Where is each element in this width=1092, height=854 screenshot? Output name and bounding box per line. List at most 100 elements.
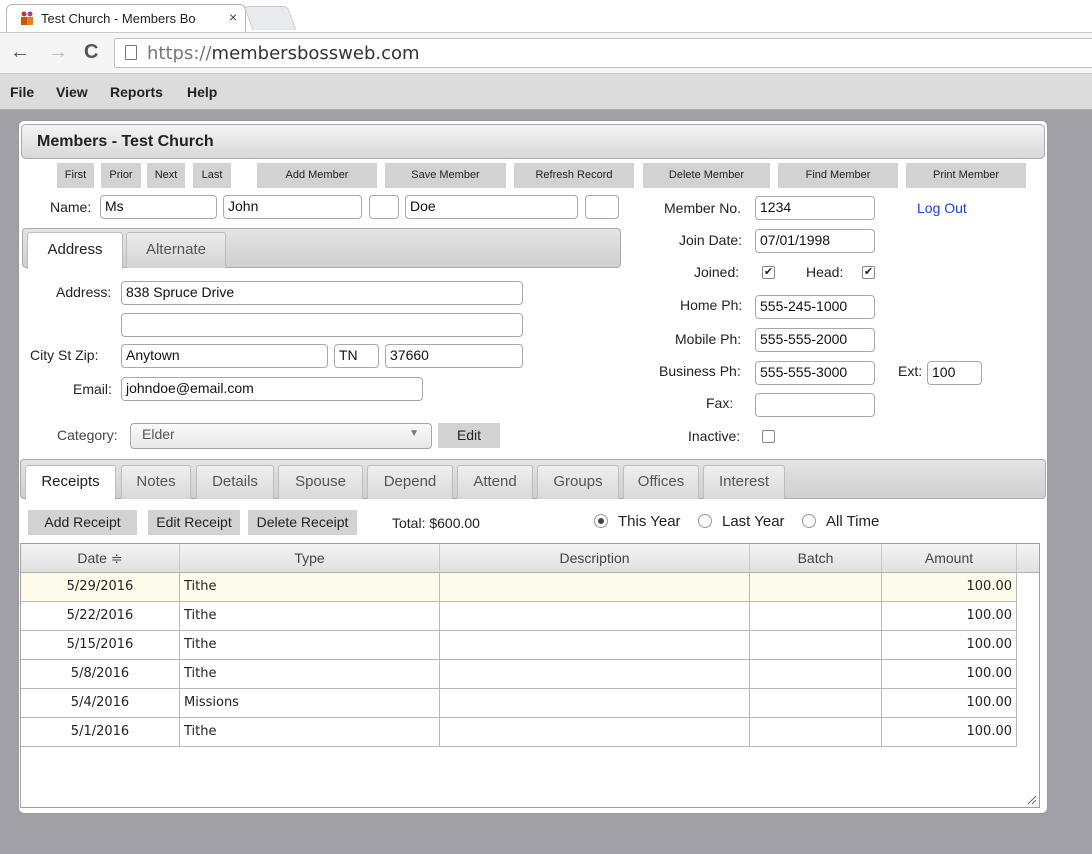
address-line2-field[interactable]: [121, 313, 523, 337]
column-header-type[interactable]: Type: [180, 544, 440, 573]
cell-amount: 100.00: [882, 660, 1017, 689]
menu-reports[interactable]: Reports: [110, 84, 163, 100]
suffix-field[interactable]: [585, 195, 619, 219]
log-out-link[interactable]: Log Out: [917, 200, 967, 216]
first-button[interactable]: First: [57, 163, 94, 188]
cell-amount: 100.00: [882, 718, 1017, 747]
cell-type: Tithe: [180, 718, 440, 747]
cell-type: Tithe: [180, 660, 440, 689]
table-row[interactable]: 5/1/2016 Tithe 100.00: [21, 718, 1017, 747]
prior-button[interactable]: Prior: [101, 163, 141, 188]
receipts-table: Date ≑ Type Description Batch Amount 5/2…: [20, 543, 1040, 808]
fax-field[interactable]: [755, 393, 875, 417]
back-arrow-icon[interactable]: ←: [10, 41, 30, 64]
last-year-radio[interactable]: [698, 514, 712, 528]
head-label: Head:: [806, 264, 844, 280]
ext-field[interactable]: 100: [927, 361, 982, 385]
tab-attend[interactable]: Attend: [457, 465, 533, 499]
state-field[interactable]: TN: [334, 344, 379, 368]
all-time-label: All Time: [826, 513, 880, 530]
category-select[interactable]: Elder ▼: [130, 423, 432, 449]
zip-field[interactable]: 37660: [385, 344, 523, 368]
resize-grip-icon[interactable]: [1025, 793, 1037, 805]
cell-type: Tithe: [180, 573, 440, 602]
inactive-checkbox[interactable]: [762, 430, 775, 443]
menu-view[interactable]: View: [56, 84, 88, 100]
all-time-radio[interactable]: [802, 514, 816, 528]
refresh-record-button[interactable]: Refresh Record: [514, 163, 634, 188]
business-phone-label: Business Ph:: [659, 363, 741, 379]
category-label: Category:: [57, 427, 118, 443]
address-label: Address:: [56, 284, 112, 300]
joined-checkbox[interactable]: ✔: [762, 266, 775, 279]
window-title: Members - Test Church: [37, 133, 214, 150]
tab-details[interactable]: Details: [196, 465, 274, 499]
window-title-bar: Members - Test Church: [21, 124, 1045, 159]
tab-groups[interactable]: Groups: [537, 465, 619, 499]
cell-type: Tithe: [180, 602, 440, 631]
column-header-description[interactable]: Description: [440, 544, 750, 573]
edit-receipt-button[interactable]: Edit Receipt: [148, 510, 240, 535]
tab-depend[interactable]: Depend: [367, 465, 453, 499]
close-tab-icon[interactable]: ×: [229, 9, 237, 25]
tab-receipts[interactable]: Receipts: [25, 465, 116, 500]
url-bar[interactable]: https://membersbossweb.com: [114, 38, 1092, 68]
reload-icon[interactable]: C: [84, 41, 98, 64]
forward-arrow-icon[interactable]: →: [48, 41, 68, 64]
find-member-button[interactable]: Find Member: [778, 163, 898, 188]
tab-spouse[interactable]: Spouse: [278, 465, 363, 499]
column-header-spacer: [1017, 544, 1039, 573]
tab-alternate[interactable]: Alternate: [126, 232, 226, 268]
add-member-button[interactable]: Add Member: [257, 163, 377, 188]
email-field[interactable]: johndoe@email.com: [121, 377, 423, 401]
member-no-label: Member No.: [664, 200, 742, 216]
join-date-label: Join Date:: [679, 232, 743, 248]
mobile-phone-label: Mobile Ph:: [675, 331, 742, 347]
delete-receipt-button[interactable]: Delete Receipt: [248, 510, 357, 535]
cell-batch: [750, 689, 882, 718]
cell-amount: 100.00: [882, 573, 1017, 602]
cell-amount: 100.00: [882, 689, 1017, 718]
table-row[interactable]: 5/29/2016 Tithe 100.00: [21, 573, 1017, 602]
delete-member-button[interactable]: Delete Member: [643, 163, 770, 188]
new-tab-button[interactable]: [243, 6, 297, 30]
business-phone-field[interactable]: 555-555-3000: [755, 361, 875, 385]
tab-notes[interactable]: Notes: [121, 465, 191, 499]
last-button[interactable]: Last: [193, 163, 231, 188]
next-button[interactable]: Next: [147, 163, 185, 188]
this-year-radio[interactable]: [594, 514, 608, 528]
address-line1-field[interactable]: 838 Spruce Drive: [121, 281, 523, 305]
table-row[interactable]: 5/22/2016 Tithe 100.00: [21, 602, 1017, 631]
table-row[interactable]: 5/4/2016 Missions 100.00: [21, 689, 1017, 718]
head-checkbox[interactable]: ✔: [862, 266, 875, 279]
column-header-batch[interactable]: Batch: [750, 544, 882, 573]
cell-description: [440, 660, 750, 689]
name-title-field[interactable]: Ms: [100, 195, 217, 219]
save-member-button[interactable]: Save Member: [385, 163, 506, 188]
member-no-field[interactable]: 1234: [755, 196, 875, 220]
menu-help[interactable]: Help: [187, 84, 217, 100]
home-phone-field[interactable]: 555-245-1000: [755, 295, 875, 319]
browser-tab[interactable]: Test Church - Members Bo ×: [6, 4, 246, 32]
column-header-amount[interactable]: Amount: [882, 544, 1017, 573]
add-receipt-button[interactable]: Add Receipt: [28, 510, 137, 535]
table-row[interactable]: 5/8/2016 Tithe 100.00: [21, 660, 1017, 689]
table-row[interactable]: 5/15/2016 Tithe 100.00: [21, 631, 1017, 660]
print-member-button[interactable]: Print Member: [906, 163, 1026, 188]
last-name-field[interactable]: Doe: [405, 195, 578, 219]
this-year-label: This Year: [618, 513, 681, 530]
first-name-field[interactable]: John: [223, 195, 362, 219]
cell-batch: [750, 602, 882, 631]
city-field[interactable]: Anytown: [121, 344, 328, 368]
tab-address[interactable]: Address: [27, 232, 123, 269]
tab-interest[interactable]: Interest: [703, 465, 785, 499]
middle-initial-field[interactable]: [369, 195, 399, 219]
mobile-phone-field[interactable]: 555-555-2000: [755, 328, 875, 352]
menu-file[interactable]: File: [10, 84, 34, 100]
join-date-field[interactable]: 07/01/1998: [755, 229, 875, 253]
cell-description: [440, 573, 750, 602]
cell-description: [440, 689, 750, 718]
tab-offices[interactable]: Offices: [623, 465, 699, 499]
column-header-date[interactable]: Date ≑: [21, 544, 180, 573]
edit-category-button[interactable]: Edit: [438, 423, 500, 448]
